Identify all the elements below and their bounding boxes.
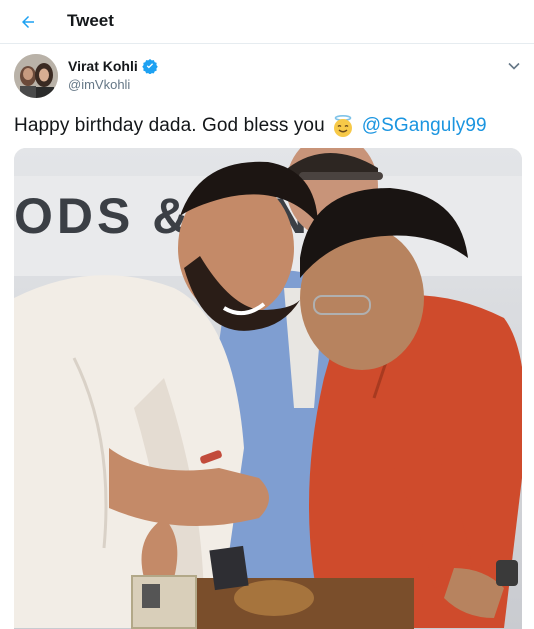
mention-link[interactable]: @SGanguly99	[362, 115, 487, 137]
smiling-face-with-halo-icon	[333, 114, 352, 137]
more-options-button[interactable]	[504, 56, 524, 76]
author-handle: @imVkohli	[68, 77, 131, 92]
back-button[interactable]	[14, 8, 42, 36]
verified-badge-icon	[142, 59, 158, 74]
author-name[interactable]: Virat Kohli	[68, 58, 138, 74]
tweet-text: Happy birthday dada. God bless you @SGan…	[14, 114, 487, 138]
chevron-down-icon	[508, 62, 520, 70]
tweet-body-text: Happy birthday dada. God bless you	[14, 115, 325, 136]
tweet-photo[interactable]: ODS & ION I ar	[14, 148, 522, 629]
photo-image: ODS & ION I ar	[14, 148, 522, 629]
avatar[interactable]	[14, 54, 58, 98]
arrow-left-icon	[22, 16, 34, 28]
page-title: Tweet	[67, 11, 114, 30]
author-name-row[interactable]: Virat Kohli	[68, 58, 158, 74]
top-bar: Tweet	[0, 0, 534, 44]
